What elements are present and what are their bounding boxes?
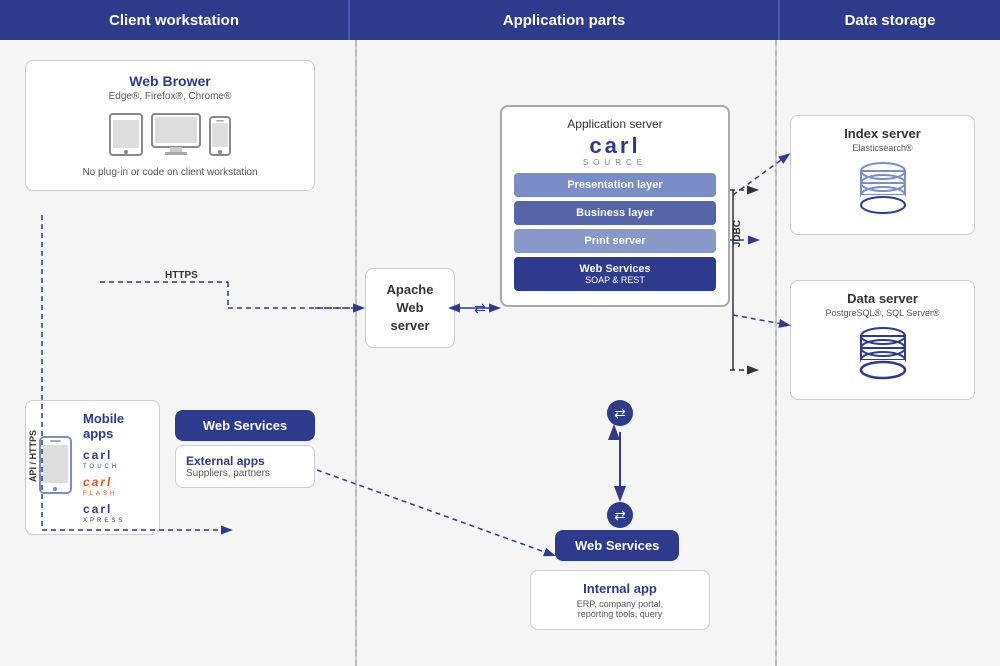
mobile-phone-icon bbox=[38, 435, 73, 500]
data-server-subtitle: PostgreSQL®, SQL Server® bbox=[801, 308, 964, 318]
jdbc-label: JDBC bbox=[732, 220, 743, 247]
diagram-container: Client workstation Application parts Dat… bbox=[0, 0, 1000, 666]
layer-webservices: Web Services SOAP & REST bbox=[514, 257, 716, 291]
svg-text:⇄: ⇄ bbox=[474, 300, 486, 316]
exchange-icon-appserver: ⇄ bbox=[607, 400, 633, 426]
exchange-icon-bottom: ⇄ bbox=[607, 502, 633, 528]
index-server-subtitle: Elasticsearch® bbox=[801, 143, 964, 153]
data-server-box: Data server PostgreSQL®, SQL Server® bbox=[790, 280, 975, 400]
web-browser-box: Web Brower Edge®, Firefox®, Chrome® bbox=[25, 60, 315, 191]
app-server-box: Application server carl SOURCE Presentat… bbox=[500, 105, 730, 307]
no-plugin-text: No plug-in or code on client workstation bbox=[38, 167, 302, 178]
external-apps-box: External apps Suppliers, partners bbox=[175, 445, 315, 488]
col-divider-1 bbox=[355, 40, 357, 666]
internal-app-title: Internal app bbox=[546, 581, 694, 596]
phone-icon bbox=[208, 115, 232, 157]
col1-label: Client workstation bbox=[109, 12, 239, 29]
carl-flash-logo: carl flash bbox=[83, 473, 147, 497]
mobile-apps-box: Mobile apps carl touch carl flash carl x… bbox=[25, 400, 160, 535]
carl-xpress-logo: carl xpress bbox=[83, 500, 147, 524]
col-header-storage: Data storage bbox=[780, 0, 1000, 40]
app-server-title: Application server bbox=[514, 117, 716, 131]
col3-label: Data storage bbox=[845, 12, 936, 29]
layer-presentation: Presentation layer bbox=[514, 173, 716, 197]
external-apps-title: External apps bbox=[186, 454, 304, 468]
ws-bottom-container: Web Services bbox=[555, 530, 679, 561]
apache-box: ApacheWebserver bbox=[365, 268, 455, 348]
data-server-title: Data server bbox=[801, 291, 964, 306]
monitor-icon bbox=[150, 112, 202, 157]
web-browser-subtitle: Edge®, Firefox®, Chrome® bbox=[38, 91, 302, 102]
https-label: HTTPS bbox=[165, 270, 198, 281]
col2-label: Application parts bbox=[503, 12, 626, 29]
tablet-icon bbox=[108, 112, 144, 157]
carl-touch-logo: carl touch bbox=[83, 446, 147, 470]
col-header-client: Client workstation bbox=[0, 0, 350, 40]
mobile-apps-content: Mobile apps carl touch carl flash carl x… bbox=[83, 411, 147, 524]
web-services-box-left: Web Services bbox=[175, 410, 315, 441]
index-server-box: Index server Elasticsearch® bbox=[790, 115, 975, 235]
apache-title: ApacheWebserver bbox=[387, 281, 434, 336]
col-divider-2 bbox=[775, 40, 777, 666]
diagram-main: Web Brower Edge®, Firefox®, Chrome® bbox=[0, 40, 1000, 666]
mobile-apps-title: Mobile apps bbox=[83, 411, 147, 441]
columns-header: Client workstation Application parts Dat… bbox=[0, 0, 1000, 40]
web-browser-title: Web Brower bbox=[38, 73, 302, 89]
browser-icons bbox=[38, 112, 302, 157]
external-apps-subtitle: Suppliers, partners bbox=[186, 468, 304, 479]
layer-print: Print server bbox=[514, 229, 716, 253]
ws-left-title: Web Services bbox=[189, 418, 301, 433]
internal-app-subtitle: ERP, company portal,reporting tools, que… bbox=[546, 599, 694, 619]
col-header-app: Application parts bbox=[350, 0, 780, 40]
internal-app-box: Internal app ERP, company portal,reporti… bbox=[530, 570, 710, 630]
carl-source-logo: carl SOURCE bbox=[514, 135, 716, 167]
ws-bottom-label: Web Services bbox=[555, 530, 679, 561]
index-server-title: Index server bbox=[801, 126, 964, 141]
elasticsearch-icon bbox=[853, 161, 913, 216]
layer-business: Business layer bbox=[514, 201, 716, 225]
api-https-label: API / HTTPS bbox=[28, 430, 38, 482]
postgresql-icon bbox=[853, 326, 913, 381]
